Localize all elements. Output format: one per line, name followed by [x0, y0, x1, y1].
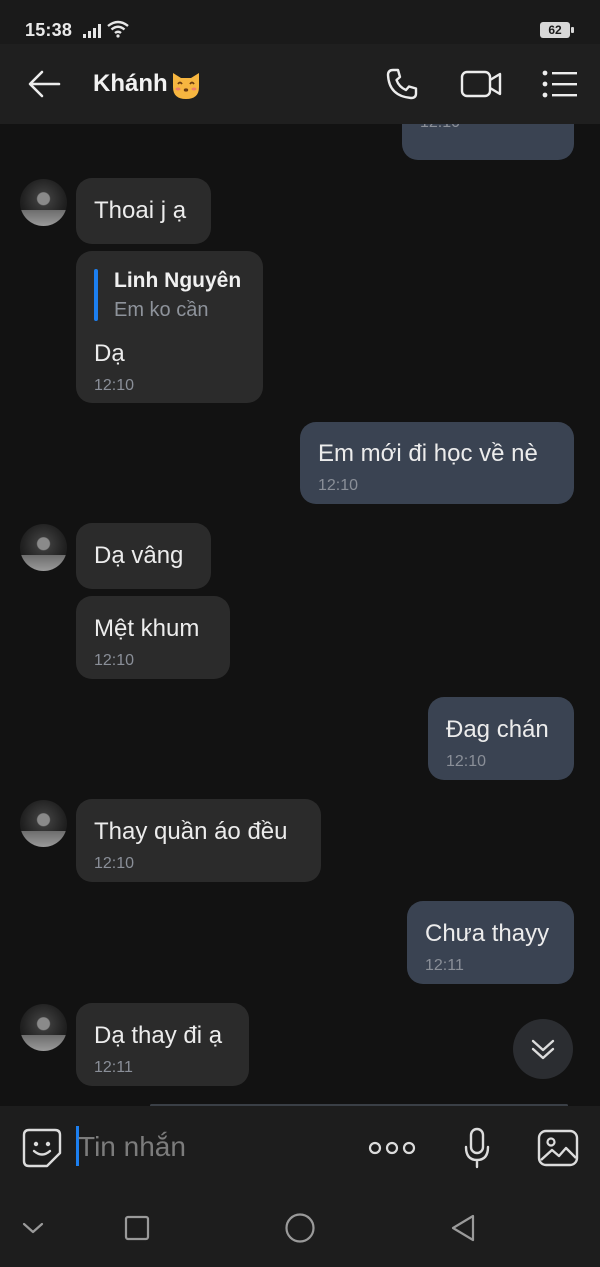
- quoted-text: Em ko cần: [114, 299, 209, 321]
- voice-call-button[interactable]: [380, 62, 424, 106]
- back-triangle-icon: [451, 1214, 475, 1242]
- wifi-icon: [107, 20, 129, 38]
- message-text: Đag chán: [446, 716, 549, 743]
- message-bubble-incoming[interactable]: Thay quần áo đều 12:10: [76, 799, 321, 882]
- status-time: 15:38: [25, 20, 73, 40]
- image-icon: [537, 1129, 579, 1167]
- message-time: 12:10: [420, 124, 460, 132]
- double-chevron-down-icon: [531, 1039, 555, 1060]
- system-nav-bar: [0, 1190, 600, 1267]
- chat-header: Khánh: [0, 44, 600, 124]
- battery-tip: [571, 27, 574, 33]
- video-icon: [460, 70, 502, 98]
- message-time: 12:10: [94, 652, 135, 669]
- back-arrow-icon: [28, 70, 61, 98]
- message-time: 12:10: [318, 477, 359, 494]
- message-input[interactable]: [78, 1124, 348, 1170]
- quote-bar: [94, 269, 98, 321]
- message-text: Mệt khum: [94, 615, 200, 642]
- message-text: Em mới đi học về nè: [318, 440, 538, 467]
- video-call-button[interactable]: [456, 62, 506, 106]
- phone-icon: [386, 68, 418, 100]
- battery-icon: 62: [540, 22, 574, 38]
- hide-nav-button[interactable]: [13, 1208, 53, 1248]
- voice-message-button[interactable]: [455, 1124, 499, 1172]
- message-list[interactable]: 12:10 Thoai j ạ Linh Nguyên Em ko cần Dạ…: [0, 124, 600, 1106]
- message-bubble-outgoing[interactable]: Em mới đi học về nè 12:10: [300, 422, 574, 504]
- send-image-button[interactable]: [535, 1126, 581, 1170]
- quoted-sender: Linh Nguyên: [114, 269, 242, 292]
- message-bubble-reply[interactable]: Linh Nguyên Em ko cần Dạ 12:10: [76, 251, 263, 403]
- more-dots-icon: [368, 1141, 416, 1155]
- home-button[interactable]: [280, 1208, 320, 1248]
- message-bubble-outgoing[interactable]: Chưa thayy 12:11: [407, 901, 574, 984]
- sticker-button[interactable]: [20, 1126, 64, 1170]
- message-bubble-incoming[interactable]: Mệt khum 12:10: [76, 596, 230, 679]
- recent-apps-icon: [124, 1215, 150, 1241]
- avatar[interactable]: [20, 524, 67, 571]
- message-time: 12:10: [94, 855, 135, 872]
- nav-back-button[interactable]: [443, 1208, 483, 1248]
- sticker-icon: [22, 1128, 62, 1168]
- battery-level: 62: [540, 22, 570, 38]
- status-bar: 15:38 62: [0, 0, 600, 44]
- message-time: 12:10: [94, 377, 135, 394]
- message-time: 12:11: [94, 1059, 133, 1076]
- signal-icon: [83, 24, 101, 38]
- message-bubble-outgoing[interactable]: Đag chán 12:10: [428, 697, 574, 780]
- message-text: Thoai j ạ: [94, 197, 187, 224]
- message-bubble-incoming[interactable]: Dạ thay đi ạ 12:11: [76, 1003, 249, 1086]
- chevron-down-icon: [22, 1222, 44, 1234]
- home-icon: [285, 1213, 315, 1243]
- message-time: 12:11: [425, 957, 464, 974]
- avatar[interactable]: [20, 800, 67, 847]
- message-text: Dạ thay đi ạ: [94, 1022, 223, 1049]
- cat-emoji-icon: [173, 73, 199, 99]
- message-time: 12:10: [446, 753, 487, 770]
- back-button[interactable]: [22, 64, 66, 104]
- message-composer: [0, 1106, 600, 1190]
- avatar[interactable]: [20, 1004, 67, 1051]
- microphone-icon: [464, 1127, 490, 1169]
- message-text: Dạ vâng: [94, 542, 184, 569]
- message-text: Dạ: [94, 340, 125, 367]
- contact-name[interactable]: Khánh: [93, 70, 168, 98]
- list-menu-icon: [542, 70, 577, 98]
- message-text: Thay quần áo đều: [94, 818, 288, 845]
- message-text: Chưa thayy: [425, 920, 550, 947]
- scroll-to-bottom-button[interactable]: [513, 1019, 573, 1079]
- message-bubble-incoming[interactable]: Dạ vâng: [76, 523, 211, 589]
- message-bubble-outgoing[interactable]: 12:10: [402, 124, 574, 160]
- conversation-menu-button[interactable]: [538, 62, 582, 106]
- message-bubble-incoming[interactable]: Thoai j ạ: [76, 178, 211, 244]
- recent-apps-button[interactable]: [117, 1208, 157, 1248]
- avatar[interactable]: [20, 179, 67, 226]
- more-options-button[interactable]: [366, 1126, 418, 1170]
